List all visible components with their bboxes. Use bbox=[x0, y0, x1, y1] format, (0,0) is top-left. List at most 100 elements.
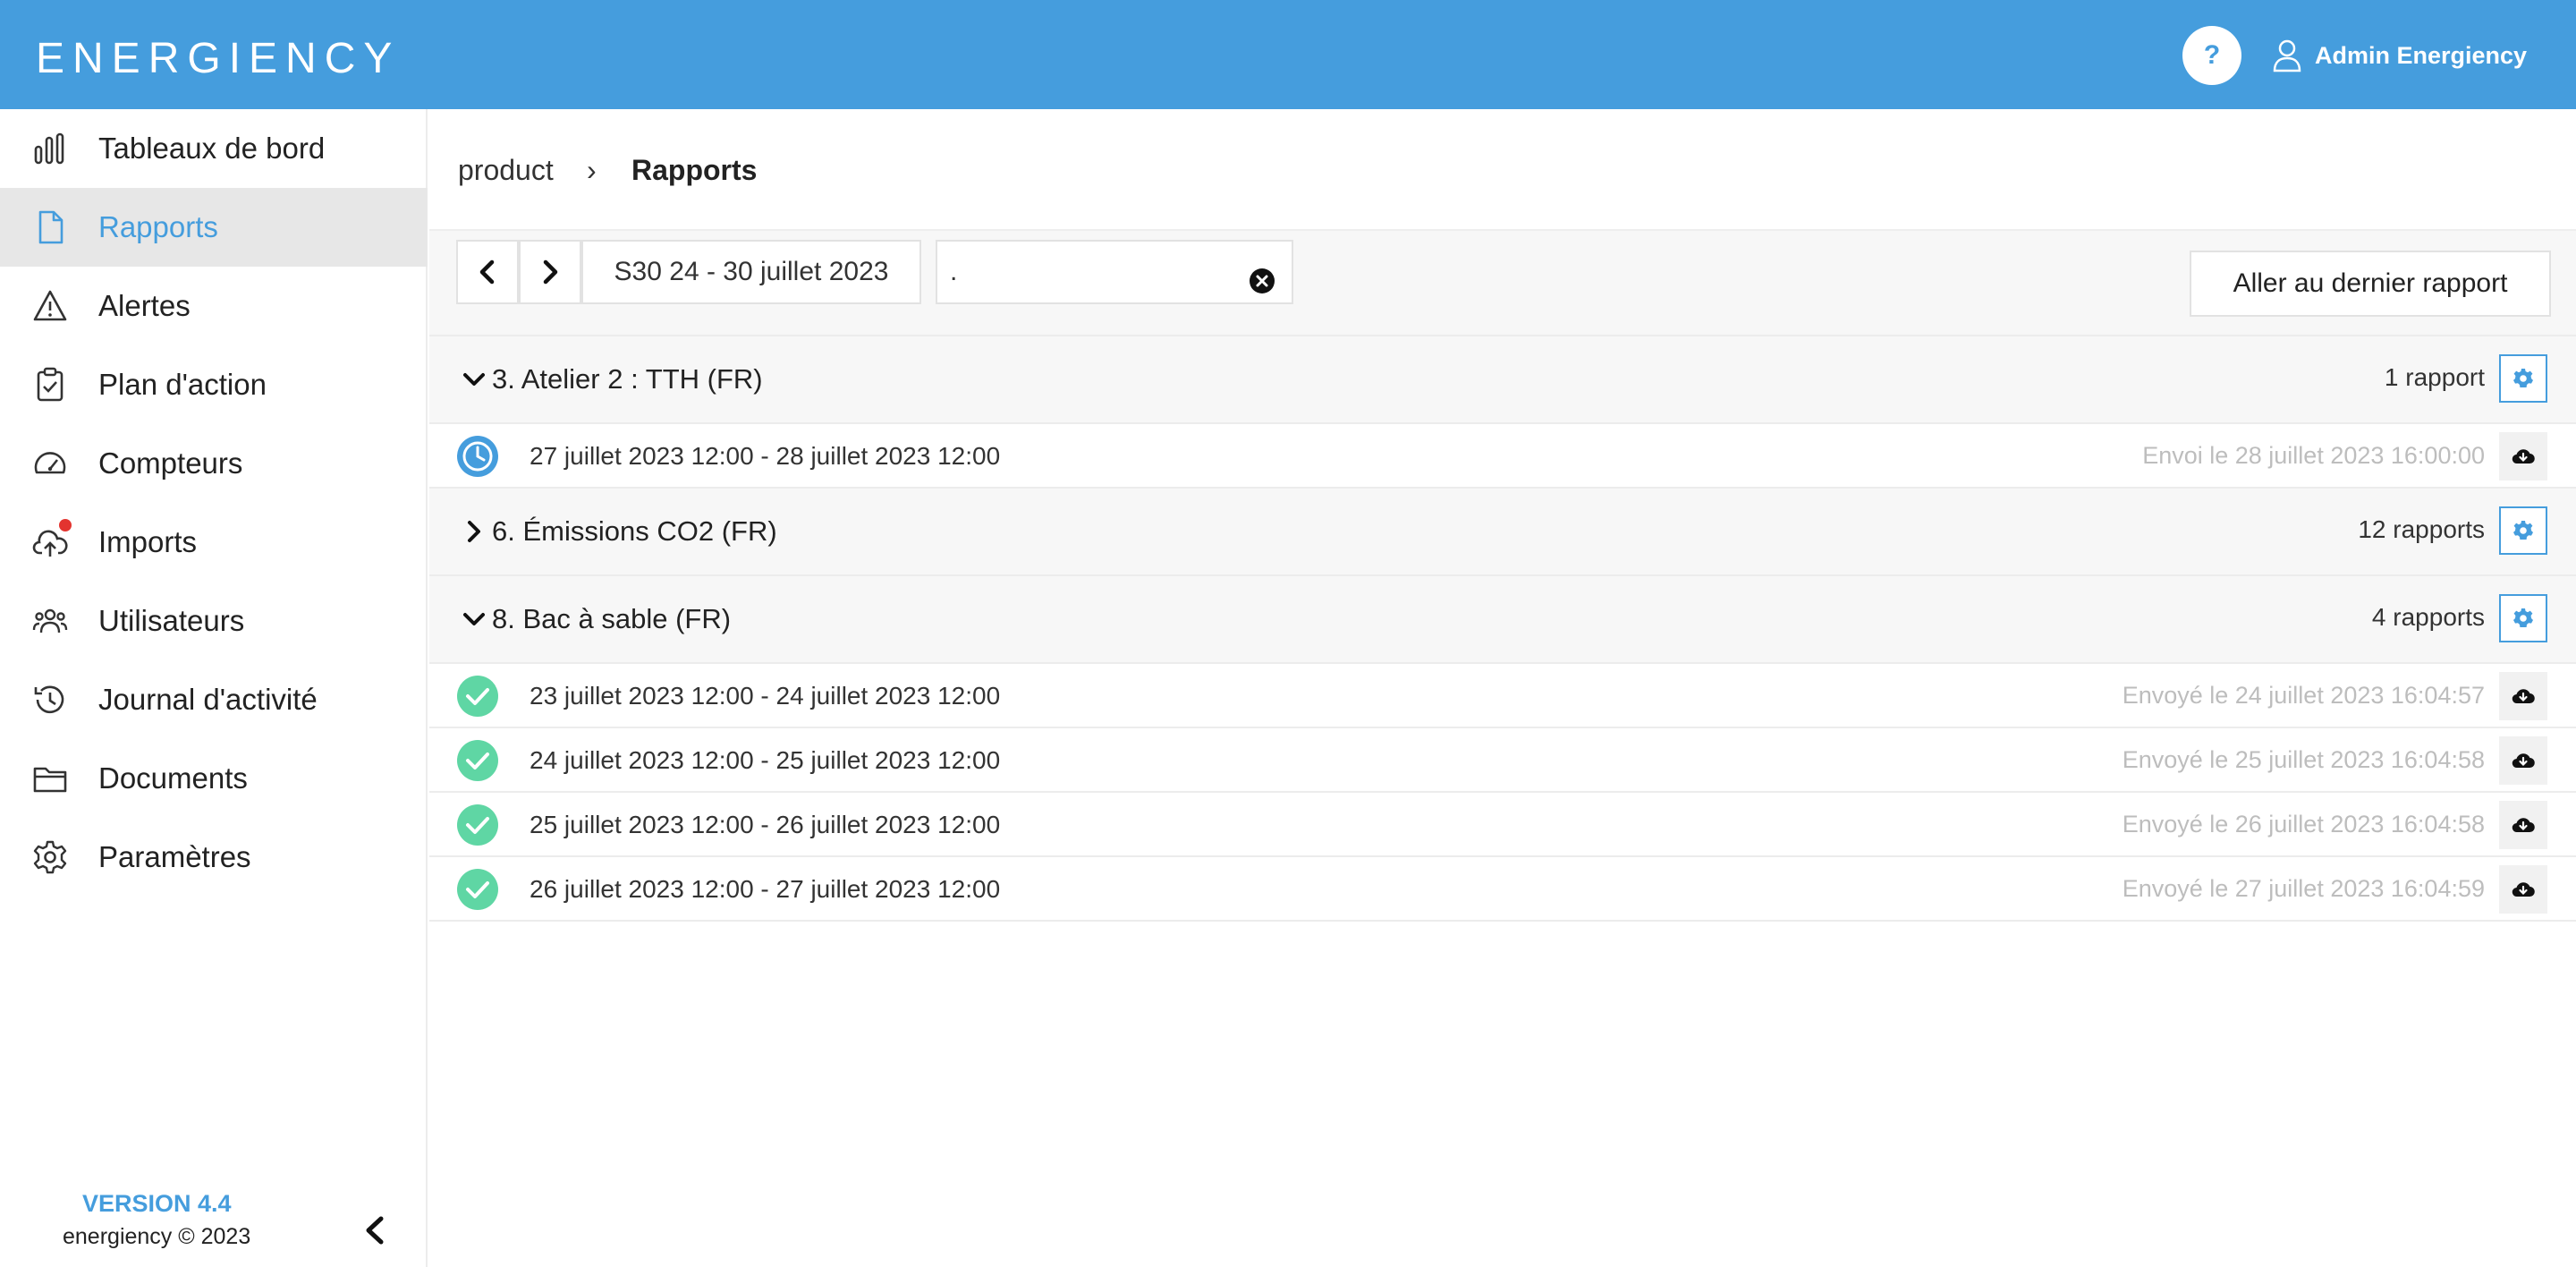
cloud-download-icon bbox=[2512, 818, 2535, 833]
group-title: 8. Bac à sable (FR) bbox=[492, 603, 732, 634]
sidebar-item-rapports[interactable]: Rapports bbox=[0, 188, 428, 267]
report-row[interactable]: 27 juillet 2023 12:00 - 28 juillet 2023 … bbox=[429, 424, 2576, 489]
download-button[interactable] bbox=[2499, 672, 2547, 720]
report-send-date: Envoyé le 26 juillet 2023 16:04:58 bbox=[2122, 811, 2485, 838]
sidebar-item-label: Journal d'activité bbox=[98, 683, 318, 716]
sidebar-item-label: Plan d'action bbox=[98, 368, 267, 401]
sidebar-item-utilisateurs[interactable]: Utilisateurs bbox=[0, 582, 428, 660]
sidebar-item-parametres[interactable]: Paramètres bbox=[0, 818, 428, 897]
cloud-download-icon bbox=[2512, 753, 2535, 769]
copyright-label: energiency © 2023 bbox=[63, 1224, 251, 1249]
sidebar-item-label: Alertes bbox=[98, 289, 191, 322]
download-button[interactable] bbox=[2499, 801, 2547, 849]
sidebar-item-label: Documents bbox=[98, 761, 248, 795]
app-logo[interactable]: ENERGIENCY bbox=[36, 34, 400, 83]
check-circle-icon bbox=[457, 804, 498, 846]
clock-icon bbox=[457, 436, 498, 477]
gear-icon bbox=[30, 838, 70, 877]
notification-badge bbox=[59, 519, 72, 531]
sidebar-item-label: Rapports bbox=[98, 210, 218, 243]
sidebar-item-label: Imports bbox=[98, 525, 198, 558]
cloud-download-icon bbox=[2512, 882, 2535, 897]
report-row[interactable]: 26 juillet 2023 12:00 - 27 juillet 2023 … bbox=[429, 857, 2576, 922]
previous-week-button[interactable] bbox=[456, 240, 519, 304]
page-title: Rapports bbox=[631, 154, 758, 186]
gear-icon bbox=[2513, 369, 2533, 387]
sidebar-item-label: Utilisateurs bbox=[98, 604, 245, 637]
collapse-sidebar-icon[interactable] bbox=[360, 1215, 390, 1246]
report-group[interactable]: 6. Émissions CO2 (FR) 12 rapports bbox=[429, 489, 2576, 576]
breadcrumb: product › Rapports bbox=[429, 109, 2576, 231]
go-to-last-report-button[interactable]: Aller au dernier rapport bbox=[2190, 251, 2551, 317]
download-button[interactable] bbox=[2499, 736, 2547, 785]
chevron-left-icon bbox=[479, 259, 495, 285]
sidebar-item-alertes[interactable]: Alertes bbox=[0, 267, 428, 345]
check-circle-icon bbox=[457, 869, 498, 910]
download-button[interactable] bbox=[2499, 865, 2547, 914]
chevron-down-icon[interactable] bbox=[462, 607, 487, 632]
next-week-button[interactable] bbox=[519, 240, 581, 304]
week-selector[interactable]: S30 24 - 30 juillet 2023 bbox=[581, 240, 921, 304]
group-settings-button[interactable] bbox=[2499, 506, 2547, 555]
user-menu[interactable]: Admin Energiency bbox=[2272, 36, 2527, 75]
history-icon bbox=[30, 680, 70, 719]
search-box bbox=[936, 240, 1293, 304]
sidebar: Tableaux de bord Rapports Alertes Plan d… bbox=[0, 109, 428, 1267]
clipboard-check-icon bbox=[30, 365, 70, 404]
check-circle-icon bbox=[457, 676, 498, 717]
sidebar-item-imports[interactable]: Imports bbox=[0, 503, 428, 582]
check-circle-icon bbox=[457, 740, 498, 781]
gear-icon bbox=[2513, 608, 2533, 627]
chevron-right-icon bbox=[543, 259, 558, 285]
report-send-date: Envoi le 28 juillet 2023 16:00:00 bbox=[2142, 442, 2485, 469]
report-row[interactable]: 25 juillet 2023 12:00 - 26 juillet 2023 … bbox=[429, 793, 2576, 857]
group-settings-button[interactable] bbox=[2499, 594, 2547, 642]
report-send-date: Envoyé le 27 juillet 2023 16:04:59 bbox=[2122, 875, 2485, 902]
search-input[interactable] bbox=[950, 254, 1236, 290]
report-period: 23 juillet 2023 12:00 - 24 juillet 2023 … bbox=[530, 682, 1001, 710]
gauge-icon bbox=[30, 444, 70, 483]
warning-icon bbox=[30, 286, 70, 326]
report-send-date: Envoyé le 24 juillet 2023 16:04:57 bbox=[2122, 682, 2485, 709]
group-title: 6. Émissions CO2 (FR) bbox=[492, 515, 777, 547]
bar-chart-icon bbox=[30, 129, 70, 168]
sidebar-item-tableaux-de-bord[interactable]: Tableaux de bord bbox=[0, 109, 428, 188]
group-settings-button[interactable] bbox=[2499, 354, 2547, 403]
gear-icon bbox=[2513, 521, 2533, 540]
report-period: 27 juillet 2023 12:00 - 28 juillet 2023 … bbox=[530, 442, 1001, 470]
breadcrumb-root-link[interactable]: product bbox=[458, 154, 554, 187]
report-period: 24 juillet 2023 12:00 - 25 juillet 2023 … bbox=[530, 746, 1001, 774]
sidebar-item-compteurs[interactable]: Compteurs bbox=[0, 424, 428, 503]
sidebar-item-label: Paramètres bbox=[98, 840, 251, 873]
users-icon bbox=[30, 601, 70, 641]
report-group[interactable]: 3. Atelier 2 : TTH (FR) 1 rapport bbox=[429, 336, 2576, 424]
report-row[interactable]: 24 juillet 2023 12:00 - 25 juillet 2023 … bbox=[429, 728, 2576, 793]
cloud-download-icon bbox=[2512, 689, 2535, 704]
group-count: 12 rapports bbox=[2358, 515, 2485, 543]
clear-search-icon[interactable] bbox=[1249, 268, 1275, 294]
group-count: 1 rapport bbox=[2384, 363, 2485, 391]
report-send-date: Envoyé le 25 juillet 2023 16:04:58 bbox=[2122, 746, 2485, 773]
document-icon bbox=[30, 208, 70, 247]
folder-icon bbox=[30, 759, 70, 798]
help-button[interactable]: ? bbox=[2182, 26, 2241, 85]
top-header: ENERGIENCY ? Admin Energiency bbox=[0, 0, 2576, 109]
report-row[interactable]: 23 juillet 2023 12:00 - 24 juillet 2023 … bbox=[429, 664, 2576, 728]
sidebar-item-label: Compteurs bbox=[98, 446, 243, 480]
report-group[interactable]: 8. Bac à sable (FR) 4 rapports bbox=[429, 576, 2576, 664]
download-button[interactable] bbox=[2499, 432, 2547, 480]
version-label: VERSION 4.4 bbox=[82, 1190, 232, 1217]
sidebar-item-journal[interactable]: Journal d'activité bbox=[0, 660, 428, 739]
breadcrumb-separator: › bbox=[587, 154, 597, 186]
chevron-down-icon[interactable] bbox=[462, 367, 487, 392]
sidebar-item-label: Tableaux de bord bbox=[98, 132, 326, 165]
sidebar-item-plan-action[interactable]: Plan d'action bbox=[0, 345, 428, 424]
sidebar-item-documents[interactable]: Documents bbox=[0, 739, 428, 818]
report-period: 26 juillet 2023 12:00 - 27 juillet 2023 … bbox=[530, 875, 1001, 903]
chevron-right-icon[interactable] bbox=[462, 519, 487, 544]
cloud-download-icon bbox=[2512, 449, 2535, 464]
report-period: 25 juillet 2023 12:00 - 26 juillet 2023 … bbox=[530, 811, 1001, 838]
user-name: Admin Energiency bbox=[2315, 41, 2528, 69]
group-title: 3. Atelier 2 : TTH (FR) bbox=[492, 363, 763, 395]
user-icon bbox=[2273, 39, 2301, 72]
